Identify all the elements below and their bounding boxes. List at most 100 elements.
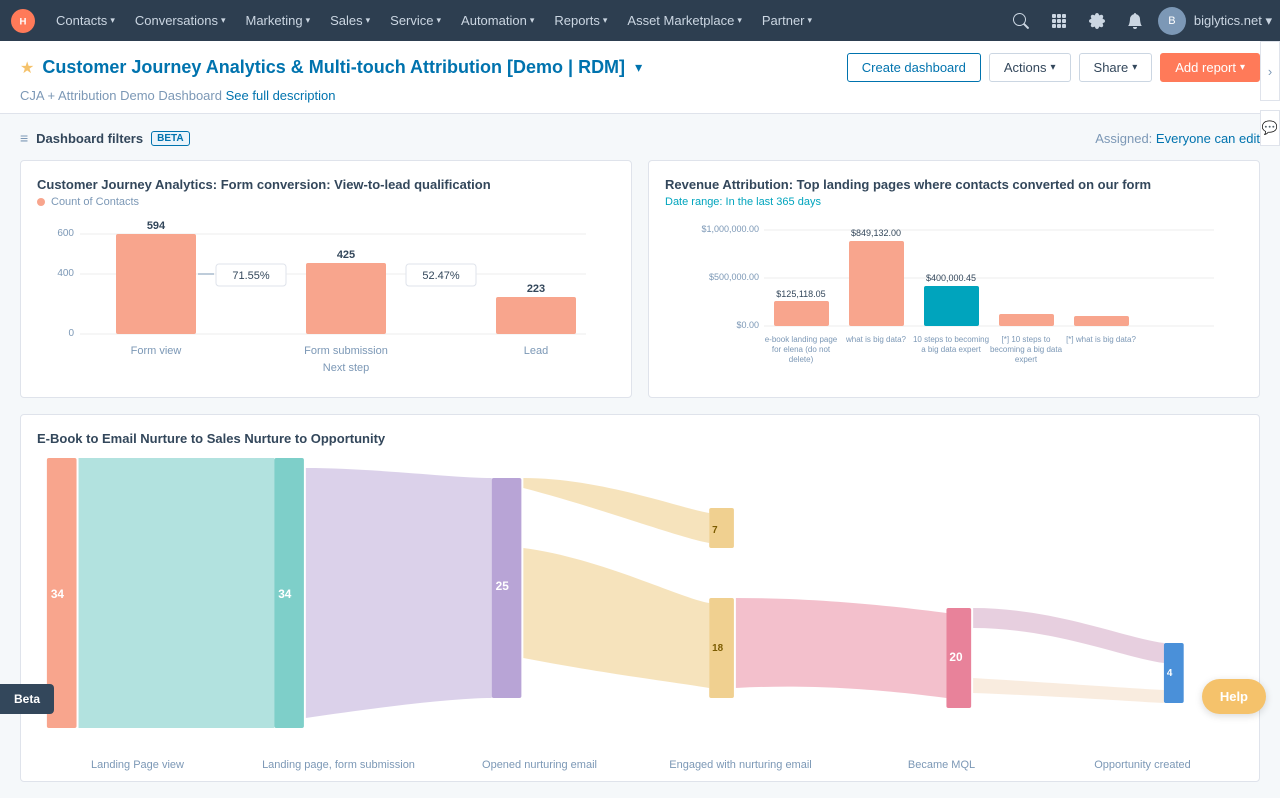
svg-text:425: 425	[337, 249, 355, 261]
nav-sales[interactable]: Sales ▾	[320, 0, 380, 41]
bar-form-view[interactable]	[116, 234, 196, 334]
page-title[interactable]: Customer Journey Analytics & Multi-touch…	[42, 57, 625, 78]
grid-icon[interactable]	[1044, 6, 1074, 36]
gear-icon[interactable]	[1082, 6, 1112, 36]
chevron-down-icon: ▾	[366, 15, 371, 26]
star-icon[interactable]: ★	[20, 58, 34, 78]
svg-text:[*] 10 steps to: [*] 10 steps to	[1002, 335, 1051, 344]
svg-text:[*] what is big data?: [*] what is big data?	[1066, 335, 1136, 344]
svg-text:$500,000.00: $500,000.00	[709, 272, 759, 282]
comments-button[interactable]: 💬	[1260, 110, 1280, 146]
svg-text:Next step: Next step	[323, 362, 369, 374]
nav-automation[interactable]: Automation ▾	[451, 0, 544, 41]
bar-10-steps-2[interactable]	[999, 314, 1054, 326]
header-actions: Create dashboard Actions ▾ Share ▾ Add r…	[847, 53, 1260, 82]
svg-text:20: 20	[949, 650, 963, 664]
create-dashboard-button[interactable]: Create dashboard	[847, 53, 981, 82]
svg-text:$849,132.00: $849,132.00	[851, 228, 901, 238]
svg-text:$1,000,000.00: $1,000,000.00	[701, 224, 759, 234]
bar-ebook[interactable]	[774, 301, 829, 326]
funnel-chart-svg: 600 400 0 594 Form view 71.55% 425 Form …	[37, 216, 615, 376]
bar-big-data-2[interactable]	[1074, 316, 1129, 326]
dashboard-content: ≡ Dashboard filters BETA Assigned: Every…	[0, 114, 1280, 798]
svg-text:H: H	[20, 16, 27, 27]
svg-text:34: 34	[278, 587, 292, 601]
sankey-title: E-Book to Email Nurture to Sales Nurture…	[37, 431, 1243, 446]
svg-text:what is big data?: what is big data?	[845, 335, 907, 344]
svg-text:18: 18	[712, 643, 723, 654]
chevron-down-icon: ▾	[221, 15, 226, 26]
username[interactable]: biglytics.net ▾	[1194, 13, 1272, 29]
nav-items: Contacts ▾ Conversations ▾ Marketing ▾ S…	[46, 0, 1006, 41]
nav-contacts[interactable]: Contacts ▾	[46, 0, 125, 41]
chart2-title: Revenue Attribution: Top landing pages w…	[665, 177, 1243, 192]
filter-bar: ≡ Dashboard filters BETA Assigned: Every…	[20, 130, 1260, 146]
svg-text:25: 25	[496, 579, 510, 593]
filter-bar-right: Assigned: Everyone can edit	[1095, 131, 1260, 146]
nav-partner[interactable]: Partner ▾	[752, 0, 822, 41]
filter-icon: ≡	[20, 130, 28, 146]
page-subtitle: CJA + Attribution Demo Dashboard See ful…	[20, 88, 1260, 103]
svg-text:600: 600	[57, 228, 74, 239]
svg-text:$400,000.45: $400,000.45	[926, 273, 976, 283]
nav-service[interactable]: Service ▾	[380, 0, 451, 41]
sankey-label-became-mql: Became MQL	[841, 759, 1042, 771]
share-button[interactable]: Share ▾	[1079, 53, 1153, 82]
svg-text:delete): delete)	[789, 355, 814, 364]
bell-icon[interactable]	[1120, 6, 1150, 36]
chevron-down-icon: ▾	[530, 15, 535, 26]
title-left: ★ Customer Journey Analytics & Multi-tou…	[20, 57, 642, 78]
see-full-description-link[interactable]: See full description	[226, 88, 336, 103]
svg-text:Lead: Lead	[524, 345, 548, 357]
bar-form-submission[interactable]	[306, 263, 386, 334]
help-button[interactable]: Help	[1202, 679, 1266, 714]
bar-big-data[interactable]	[849, 241, 904, 326]
svg-text:a big data expert: a big data expert	[921, 345, 981, 354]
sankey-axis-labels: Landing Page view Landing page, form sub…	[37, 759, 1243, 771]
actions-button[interactable]: Actions ▾	[989, 53, 1071, 82]
page-header: ★ Customer Journey Analytics & Multi-tou…	[0, 41, 1280, 114]
sidebar-collapse-button[interactable]: ›	[1260, 41, 1280, 101]
beta-button[interactable]: Beta	[0, 684, 54, 714]
comment-icon: 💬	[1262, 120, 1278, 136]
sankey-chart-svg: 34 34 25 7 18 20	[37, 458, 1243, 748]
svg-text:594: 594	[147, 220, 166, 232]
chevron-down-icon: ▾	[808, 15, 813, 26]
svg-text:400: 400	[57, 268, 74, 279]
title-dropdown-icon[interactable]: ▾	[635, 59, 642, 76]
sankey-label-opened-email: Opened nurturing email	[439, 759, 640, 771]
svg-text:4: 4	[1167, 668, 1173, 679]
chart1-legend: Count of Contacts	[37, 196, 615, 208]
svg-text:for elena (do not: for elena (do not	[772, 345, 831, 354]
bar-10-steps[interactable]	[924, 286, 979, 326]
bar-lead[interactable]	[496, 297, 576, 334]
svg-text:expert: expert	[1015, 355, 1038, 364]
chevron-down-icon: ▾	[737, 15, 742, 26]
svg-text:e-book landing page: e-book landing page	[765, 335, 838, 344]
nav-right-actions: B biglytics.net ▾	[1006, 6, 1272, 36]
svg-text:Form submission: Form submission	[304, 345, 388, 357]
beta-badge: BETA	[151, 131, 189, 146]
title-row: ★ Customer Journey Analytics & Multi-tou…	[20, 53, 1260, 82]
add-report-button[interactable]: Add report ▾	[1160, 53, 1260, 82]
top-navigation: H Contacts ▾ Conversations ▾ Marketing ▾…	[0, 0, 1280, 41]
chevron-down-icon: ▾	[437, 15, 442, 26]
sankey-label-landing-page-view: Landing Page view	[37, 759, 238, 771]
search-icon[interactable]	[1006, 6, 1036, 36]
chevron-down-icon: ▾	[306, 15, 311, 26]
nav-marketplace[interactable]: Asset Marketplace ▾	[617, 0, 751, 41]
avatar[interactable]: B	[1158, 7, 1186, 35]
filter-bar-left: ≡ Dashboard filters BETA	[20, 130, 190, 146]
nav-marketing[interactable]: Marketing ▾	[235, 0, 320, 41]
svg-text:223: 223	[527, 283, 545, 295]
everyone-can-edit-link[interactable]: Everyone can edit	[1156, 131, 1260, 146]
svg-text:0: 0	[68, 328, 74, 339]
hubspot-logo[interactable]: H	[8, 6, 38, 36]
svg-text:becoming a big data: becoming a big data	[990, 345, 1063, 354]
svg-text:10 steps to becoming: 10 steps to becoming	[913, 335, 989, 344]
revenue-chart-svg: $1,000,000.00 $500,000.00 $0.00 $125,118…	[665, 218, 1243, 378]
chevron-right-icon: ›	[1268, 64, 1272, 79]
nav-conversations[interactable]: Conversations ▾	[125, 0, 236, 41]
nav-reports[interactable]: Reports ▾	[544, 0, 617, 41]
chevron-down-icon: ▾	[1240, 62, 1245, 73]
